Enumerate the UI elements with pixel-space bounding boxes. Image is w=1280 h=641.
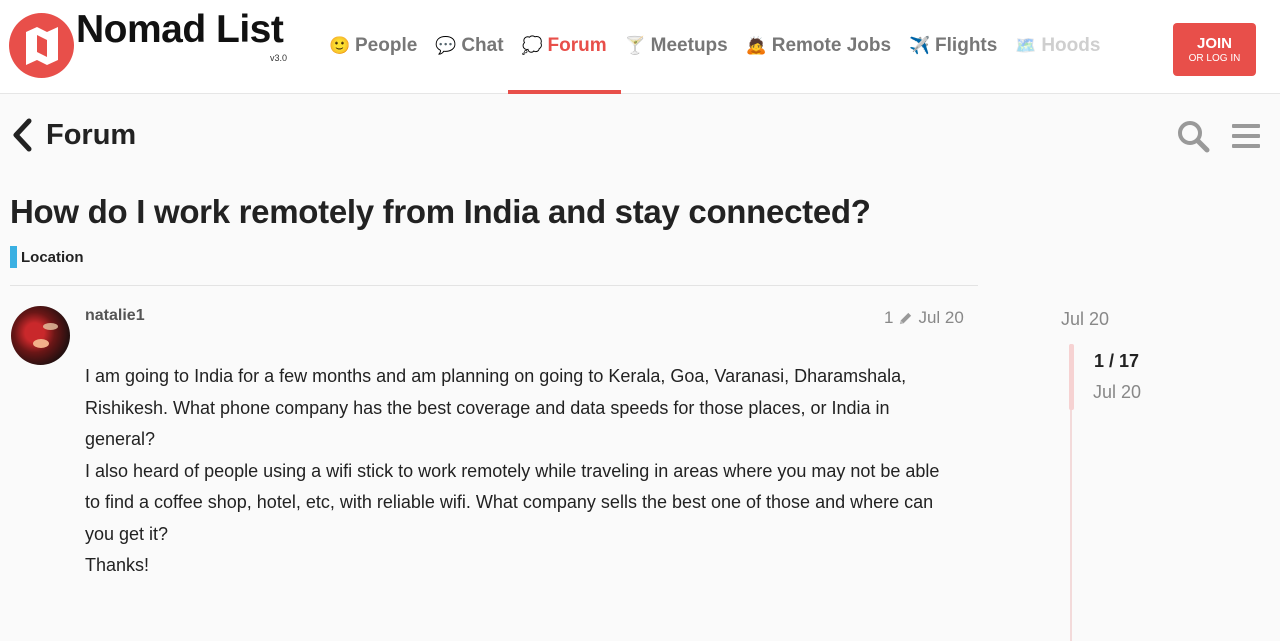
topic-title: How do I work remotely from India and st… bbox=[10, 193, 871, 230]
timeline-position: 1 / 17 bbox=[1094, 351, 1140, 371]
nav-item-chat[interactable]: 💬 Chat bbox=[426, 0, 512, 92]
nav-item-forum[interactable]: 💭 Forum bbox=[507, 0, 621, 94]
join-button[interactable]: JOIN OR LOG IN bbox=[1173, 23, 1256, 76]
nav-item-meetups[interactable]: 🍸 Meetups bbox=[616, 0, 737, 92]
nav-item-hoods[interactable]: 🗺️ Hoods bbox=[1006, 0, 1109, 92]
chevron-left-icon bbox=[13, 118, 32, 152]
main-nav: 🙂 People 💬 Chat 💭 Forum 🍸 Meetups 🙇 Remo… bbox=[320, 0, 1109, 94]
timeline-start-date[interactable]: Jul 20 bbox=[1061, 309, 1109, 330]
post-body: I am going to India for a few months and… bbox=[85, 361, 955, 582]
top-navigation-bar: Nomad List v3.0 🙂 People 💬 Chat 💭 Forum … bbox=[0, 0, 1280, 94]
nav-item-label: Meetups bbox=[650, 35, 728, 56]
timeline-current-date: Jul 20 bbox=[1093, 382, 1142, 402]
search-icon bbox=[1178, 121, 1210, 153]
avatar[interactable] bbox=[11, 306, 70, 365]
category-label: Location bbox=[21, 248, 84, 266]
search-button[interactable] bbox=[1176, 119, 1210, 153]
airplane-icon: ✈️ bbox=[909, 36, 931, 55]
brand-logo-link[interactable] bbox=[9, 13, 74, 78]
nav-item-label: Flights bbox=[935, 35, 998, 56]
category-badge[interactable]: Location bbox=[10, 246, 84, 268]
post-paragraph: Thanks! bbox=[85, 555, 150, 575]
version-label: v3.0 bbox=[270, 53, 288, 63]
nav-item-remote-jobs[interactable]: 🙇 Remote Jobs bbox=[737, 0, 900, 92]
login-sublabel: OR LOG IN bbox=[1188, 52, 1241, 64]
cocktail-icon: 🍸 bbox=[624, 36, 646, 55]
timeline-scroll-handle[interactable] bbox=[1069, 344, 1074, 410]
person-laptop-icon: 🙇 bbox=[745, 36, 767, 55]
post-username[interactable]: natalie1 bbox=[85, 307, 145, 325]
nav-item-label: Forum bbox=[547, 35, 607, 56]
edit-count[interactable]: 1 bbox=[884, 308, 893, 328]
post-paragraph: I am going to India for a few months and… bbox=[85, 366, 907, 449]
map-icon: 🗺️ bbox=[1015, 36, 1037, 55]
title-divider bbox=[10, 285, 978, 286]
post-paragraph: I also heard of people using a wifi stic… bbox=[85, 460, 940, 544]
back-label: Forum bbox=[46, 118, 137, 151]
nav-item-label: People bbox=[355, 35, 418, 56]
nav-item-flights[interactable]: ✈️ Flights bbox=[900, 0, 1006, 92]
hamburger-menu-icon bbox=[1232, 124, 1260, 148]
post-date[interactable]: Jul 20 bbox=[918, 308, 963, 328]
brand-name[interactable]: Nomad List bbox=[76, 8, 284, 52]
speech-bubble-icon: 💬 bbox=[435, 36, 457, 55]
nav-item-label: Hoods bbox=[1041, 35, 1101, 56]
join-button-label: JOIN bbox=[1196, 34, 1232, 52]
post-meta: 1 Jul 20 bbox=[884, 308, 964, 328]
thought-bubble-icon: 💭 bbox=[521, 36, 543, 55]
nomad-list-logo-icon bbox=[9, 13, 74, 78]
category-color-bar bbox=[10, 246, 17, 268]
hamburger-menu-button[interactable] bbox=[1231, 123, 1261, 149]
nav-item-label: Chat bbox=[461, 35, 504, 56]
nav-item-people[interactable]: 🙂 People bbox=[320, 0, 426, 92]
nav-item-label: Remote Jobs bbox=[771, 35, 892, 56]
back-to-forum-link[interactable]: Forum bbox=[10, 118, 136, 152]
smile-emoji-icon: 🙂 bbox=[329, 36, 351, 55]
pencil-icon[interactable] bbox=[898, 311, 913, 326]
